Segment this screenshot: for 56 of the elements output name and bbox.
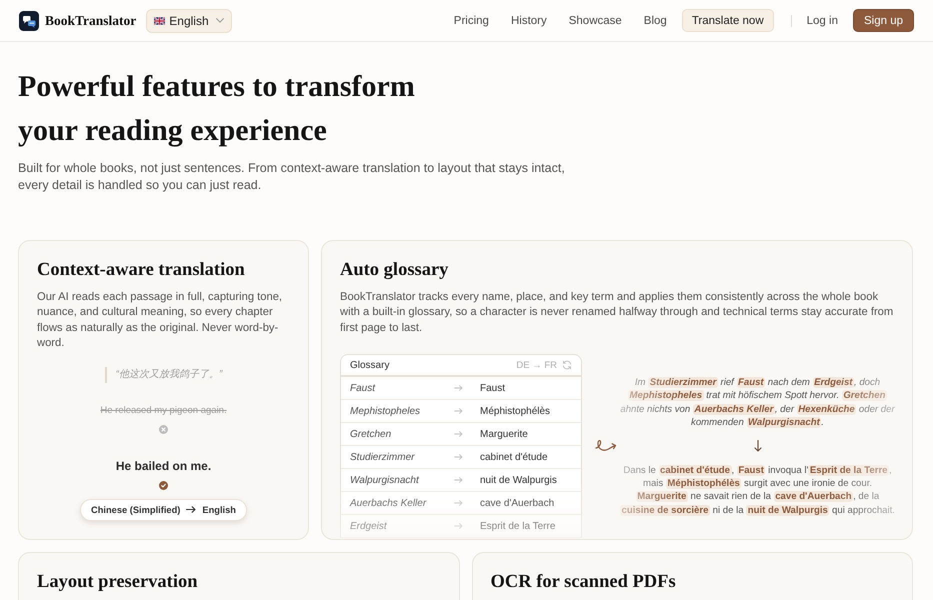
german-passage: Im Studierzimmer rief Faust nach dem Erdgeist, doch Mephistopheles trat mit höfischem Spott hervor. Gretchen ahnte nichts von Auerbachs Keller, der Hexenküche oder der kommenden Walpurgisnacht.	[620, 376, 896, 430]
glossary-target-term: Esprit de la Terre	[480, 520, 556, 532]
down-arrow-icon	[754, 440, 762, 452]
glossary-source-term: Mephistopheles	[350, 406, 422, 417]
glossary-source-term: Gretchen	[350, 428, 392, 440]
glossary-target-term: nuit de Walpurgis	[480, 474, 558, 486]
glossary-target-term: Méphistophélès	[480, 406, 552, 417]
glossary-target-term: Marguerite	[480, 428, 529, 440]
accepted-translation: He bailed on me.	[116, 458, 212, 474]
card-description: BookTranslator tracks every name, place, and key term and applies them consistently across the whole book with a built-in glossary, so a character is never renamed halfway through and technical terms stay accurate from first page to last.	[340, 290, 894, 336]
arrow-icon	[454, 454, 463, 460]
hero-title: Powerful features to transform your reading experience	[18, 69, 416, 149]
log-in-link[interactable]: Log in	[806, 14, 838, 26]
arrow-icon	[454, 408, 463, 414]
arrow-icon	[454, 385, 463, 392]
glossary-target-term: cave d'Auerbach	[480, 498, 556, 509]
hero-subtitle: Built for whole books, not just sentences. From context-aware translation to layout that stays intact, every detail is handled so you can just read.	[18, 160, 566, 194]
rejected-translation: He released my pigeon again.	[100, 404, 227, 418]
nav-link[interactable]: History	[510, 14, 547, 26]
card-description: Our AI reads each passage in full, capturing tone, nuance, and cultural meaning, so every chapter flows as naturally as the original. Never word-by-word.	[37, 290, 284, 352]
logo-icon	[19, 10, 39, 30]
arrow-icon	[186, 506, 196, 514]
source-language: Chinese (Simplified)	[91, 504, 180, 515]
glossary-target-term: cabinet d'étude	[480, 452, 549, 463]
arrow-icon	[454, 500, 463, 506]
curly-arrow-icon	[595, 439, 617, 454]
arrow-icon	[454, 523, 463, 530]
sign-up-button[interactable]: Sign up	[852, 9, 914, 32]
chevron-down-icon	[216, 18, 224, 23]
french-passage: Dans le cabinet d'étude, Faust invoqua l'Esprit de la Terre, mais Méphistophélès surgit avec une ironie de cour. Marguerite ne savait rien de la cave d'Auerbach, de la cuisine de sorcière ni de la nuit de Walpurgis qui approchait.	[620, 464, 896, 517]
cross-icon	[159, 424, 168, 434]
translate-now-button[interactable]: Translate now	[682, 9, 774, 32]
glossary-source-term: Walpurgisnacht	[350, 474, 420, 486]
glossary-source-term: Studierzimmer	[350, 452, 416, 463]
glossary-source-term: Auerbachs Keller	[350, 498, 428, 509]
glossary-target-term: Faust	[480, 382, 506, 394]
check-icon	[158, 480, 168, 490]
refresh-icon[interactable]	[562, 360, 572, 370]
nav-link[interactable]: Showcase	[568, 14, 622, 26]
card-title: OCR for scanned PDFs	[490, 570, 677, 594]
source-quote: “他这次又放我鸽子了。”	[104, 366, 222, 383]
card-title: Auto glossary	[340, 259, 450, 282]
nav-link[interactable]: Pricing	[454, 14, 489, 26]
arrow-icon	[454, 477, 463, 484]
flag-icon	[154, 16, 166, 24]
language-pair-label: DE → FR	[516, 360, 557, 371]
target-language: English	[202, 504, 236, 515]
glossary-source-term: Faust	[350, 382, 376, 394]
brand-name: BookTranslator	[45, 12, 136, 28]
arrow-icon	[454, 431, 463, 438]
glossary-title: Glossary	[350, 360, 390, 371]
card-title: Context-aware translation	[37, 259, 246, 282]
glossary-source-term: Erdgeist	[350, 520, 388, 532]
nav-link[interactable]: Blog	[644, 14, 667, 26]
card-title: Layout preservation	[37, 570, 199, 594]
language-selector[interactable]: English	[146, 8, 232, 32]
